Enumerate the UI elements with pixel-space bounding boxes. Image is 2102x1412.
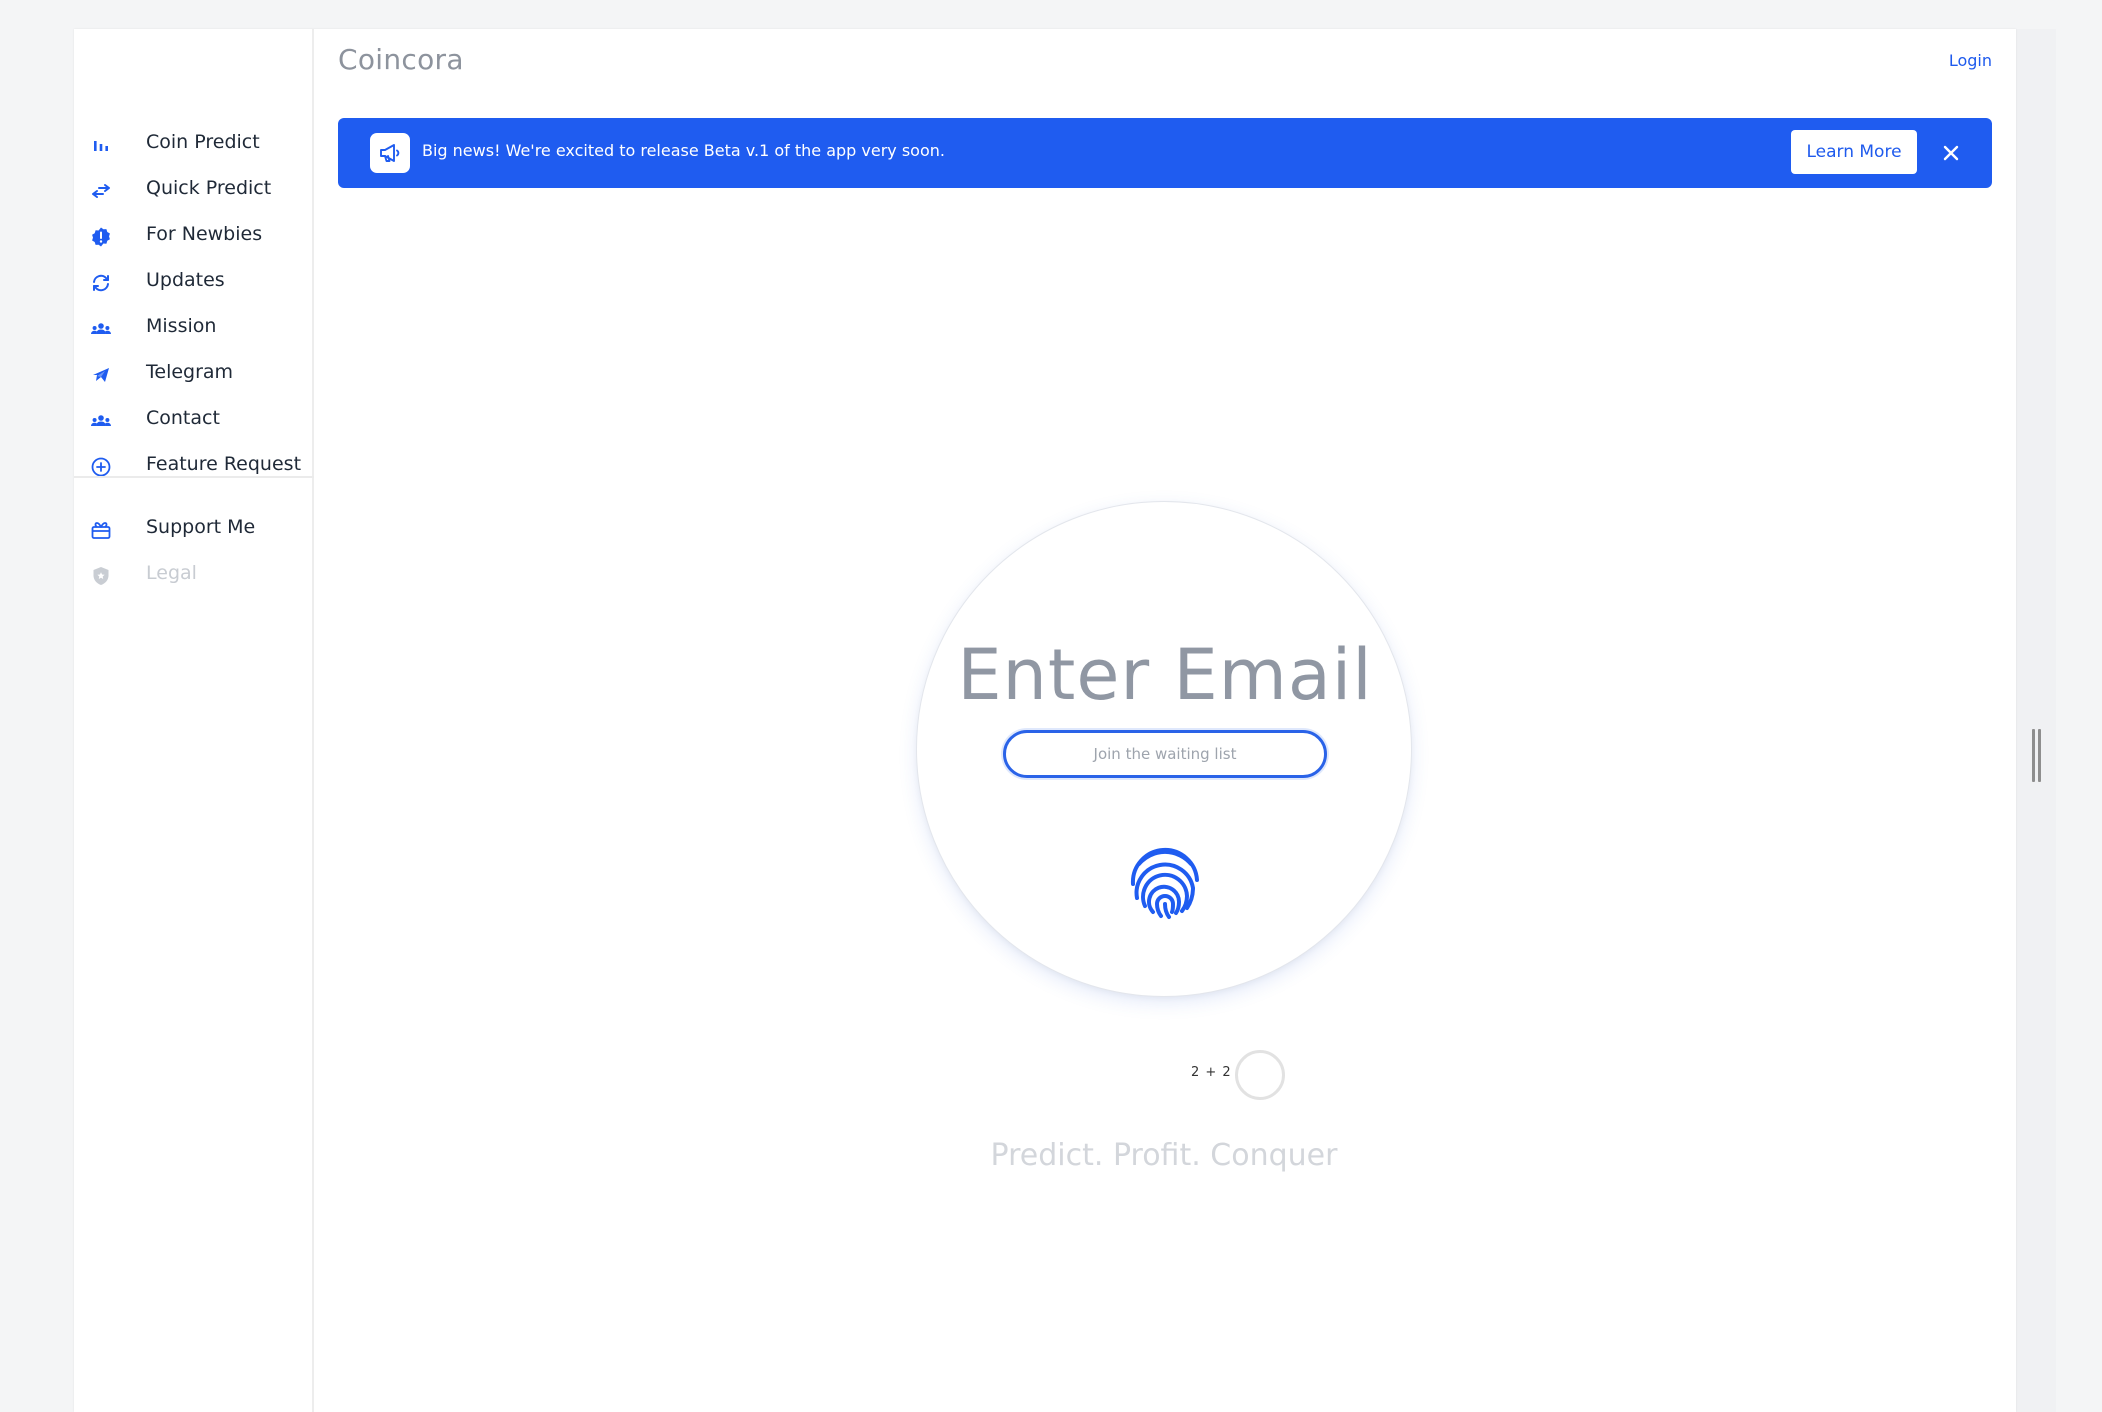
sidebar-item-label: Mission	[146, 315, 217, 337]
sidebar-item-support-me[interactable]: Support Me	[74, 508, 314, 552]
users-group-icon	[90, 410, 112, 432]
captcha-question: 2 + 2	[1191, 1065, 1232, 1080]
announcement-banner: Big news! We're excited to release Beta …	[338, 118, 1992, 188]
email-field[interactable]	[1003, 730, 1327, 778]
captcha-answer-button[interactable]	[1235, 1050, 1285, 1100]
sidebar-item-for-newbies[interactable]: For Newbies	[74, 215, 314, 259]
alert-badge-icon	[90, 226, 112, 248]
gift-icon	[90, 519, 112, 541]
sidebar-item-legal[interactable]: Legal	[74, 554, 314, 598]
signup-card: Enter Email	[916, 501, 1412, 997]
sidebar-item-updates[interactable]: Updates	[74, 261, 314, 305]
sidebar-item-telegram[interactable]: Telegram	[74, 353, 314, 397]
app-window: Coin Predict Quick Predict For Newbies U…	[74, 29, 2016, 1412]
banner-message: Big news! We're excited to release Beta …	[422, 141, 945, 160]
sidebar-item-label: Coin Predict	[146, 131, 260, 153]
sidebar-item-label: Contact	[146, 407, 220, 429]
close-icon[interactable]	[1938, 140, 1964, 166]
bar-chart-icon	[90, 134, 112, 156]
sidebar: Coin Predict Quick Predict For Newbies U…	[74, 29, 314, 1412]
sidebar-item-mission[interactable]: Mission	[74, 307, 314, 351]
sidebar-item-feature-request[interactable]: Feature Request	[74, 445, 314, 489]
sidebar-item-label: Support Me	[146, 516, 256, 538]
swap-arrows-icon	[90, 180, 112, 202]
refresh-icon	[90, 272, 112, 294]
signup-title: Enter Email	[957, 634, 1373, 716]
users-group-icon	[90, 318, 112, 340]
login-link[interactable]: Login	[1949, 51, 1992, 70]
sidebar-item-label: For Newbies	[146, 223, 263, 245]
sidebar-item-label: Updates	[146, 269, 225, 291]
tagline: Predict. Profit. Conquer	[990, 1138, 1338, 1173]
sidebar-item-label: Feature Request	[146, 453, 302, 475]
app-brand: Coincora	[338, 43, 464, 76]
learn-more-button[interactable]: Learn More	[1791, 130, 1917, 174]
sidebar-item-label: Quick Predict	[146, 177, 272, 199]
sidebar-item-quick-predict[interactable]: Quick Predict	[74, 169, 314, 213]
fingerprint-icon[interactable]	[1121, 840, 1209, 928]
window-gutter	[2016, 29, 2056, 1412]
sidebar-divider	[74, 476, 314, 478]
resize-handle[interactable]	[2031, 729, 2043, 782]
sidebar-item-coin-predict[interactable]: Coin Predict	[74, 123, 314, 167]
paper-plane-icon	[90, 364, 112, 386]
sidebar-item-contact[interactable]: Contact	[74, 399, 314, 443]
sidebar-item-label: Legal	[146, 562, 197, 584]
plus-circle-icon	[90, 456, 112, 478]
shield-star-icon	[90, 565, 112, 587]
sidebar-item-label: Telegram	[146, 361, 234, 383]
megaphone-icon	[370, 133, 410, 173]
